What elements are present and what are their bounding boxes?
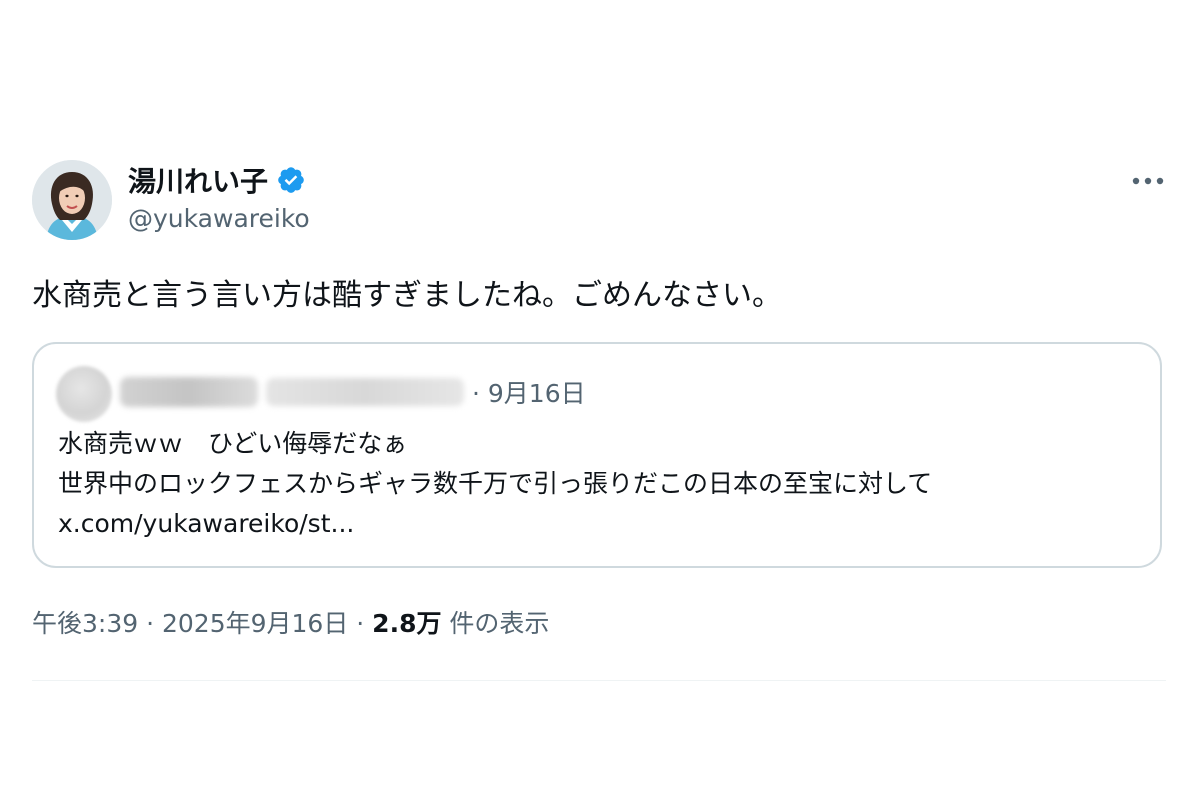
- divider: [32, 680, 1166, 681]
- more-options-icon[interactable]: [1126, 166, 1170, 196]
- quoted-author-handle-blurred: [266, 378, 464, 406]
- meta-separator-1: ·: [138, 609, 162, 638]
- quoted-line-1: 水商売ｗｗ ひどい侮辱だなぁ: [58, 429, 408, 458]
- tweet-container: 湯川れい子 @yukawareiko 水商売と言う言い方は酷すぎましたね。ごめん…: [0, 0, 1200, 800]
- views-count: 2.8万: [372, 609, 442, 638]
- verified-badge-icon[interactable]: [276, 165, 306, 195]
- quoted-tweet-body: 水商売ｗｗ ひどい侮辱だなぁ 世界中のロックフェスからギャラ数千万で引っ張りだこ…: [58, 424, 932, 544]
- tweet-date[interactable]: 2025年9月16日: [162, 609, 348, 638]
- quoted-line-3-link[interactable]: x.com/yukawareiko/st...: [58, 504, 932, 544]
- tweet-meta: 午後3:39 · 2025年9月16日 · 2.8万 件の表示: [32, 604, 549, 640]
- tweet-text: 水商売と言う言い方は酷すぎましたね。ごめんなさい。: [32, 278, 782, 313]
- quoted-author-name-blurred: [120, 377, 258, 407]
- author-avatar[interactable]: [32, 160, 112, 240]
- quoted-author-avatar-blurred: [56, 366, 112, 422]
- quoted-tweet[interactable]: · 9月16日 水商売ｗｗ ひどい侮辱だなぁ 世界中のロックフェスからギャラ数千…: [32, 342, 1162, 568]
- quoted-tweet-date: · 9月16日: [472, 374, 586, 410]
- views-label: 件の表示: [441, 609, 550, 638]
- author-display-name[interactable]: 湯川れい子: [128, 160, 268, 200]
- author-name-row: 湯川れい子: [128, 160, 306, 200]
- quoted-date-value: 9月16日: [487, 379, 586, 408]
- meta-separator-2: ·: [348, 609, 373, 638]
- tweet-time[interactable]: 午後3:39: [32, 609, 138, 638]
- author-handle[interactable]: @yukawareiko: [128, 204, 310, 233]
- quoted-line-2: 世界中のロックフェスからギャラ数千万で引っ張りだこの日本の至宝に対して: [58, 469, 933, 498]
- quoted-date-separator: ·: [472, 379, 488, 408]
